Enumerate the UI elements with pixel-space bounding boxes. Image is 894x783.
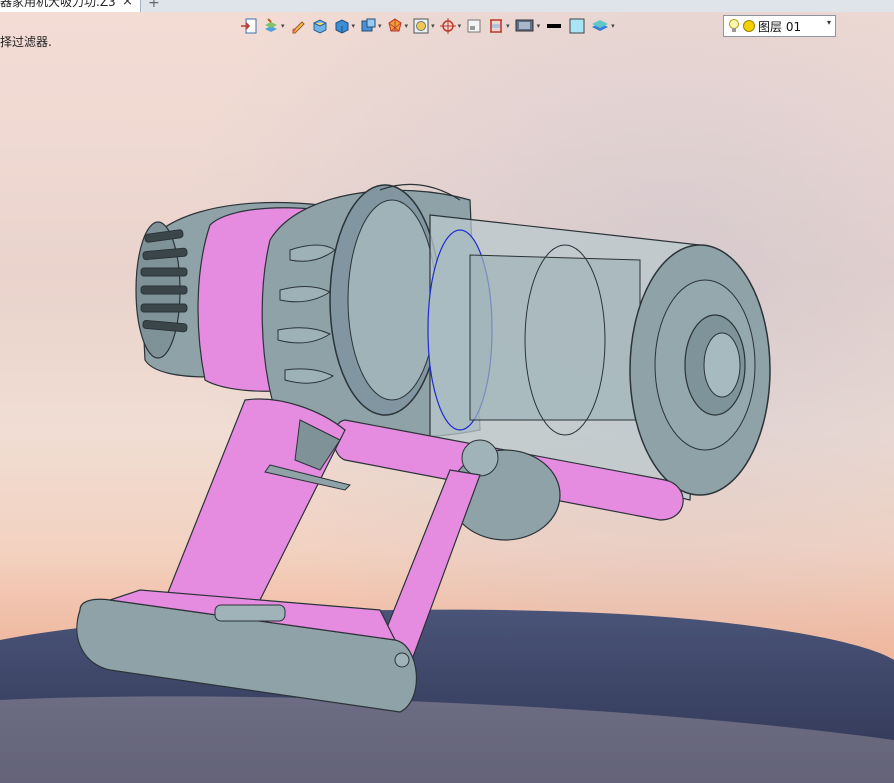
handle <box>164 398 351 611</box>
layer-dropdown[interactable]: 图层 01 ▾ <box>723 15 836 37</box>
3d-viewport[interactable] <box>0 0 894 783</box>
paint-layers-icon <box>265 18 277 32</box>
fit-view-icon <box>413 18 429 34</box>
layer-name: 图层 01 <box>758 19 802 34</box>
document-tab[interactable]: 器家用机大吸力功.Z3 × <box>0 0 141 12</box>
import-icon <box>241 18 257 34</box>
close-icon[interactable]: × <box>122 0 133 8</box>
bin-end-cap <box>629 244 771 496</box>
fit-view-button[interactable]: ▾ <box>412 15 435 37</box>
paint-layers-button[interactable]: ▾ <box>262 15 285 37</box>
cube-icon <box>335 19 349 34</box>
layer-stack-icon <box>592 20 609 31</box>
face-color-icon <box>569 18 585 34</box>
chevron-down-icon[interactable]: ▾ <box>827 18 831 27</box>
display-mode-icon <box>515 19 534 32</box>
target-button[interactable]: ▾ <box>439 15 461 37</box>
box-face-icon <box>313 19 327 34</box>
view-cube-icon <box>361 18 376 32</box>
section-icon <box>490 19 503 33</box>
pencil-icon <box>292 21 305 34</box>
document-tab-bar: 器家用机大吸力功.Z3 × + <box>0 0 894 12</box>
import-button[interactable] <box>240 15 258 37</box>
command-prompt: 择过滤器. <box>0 35 52 49</box>
layer-stack-button[interactable]: ▾ <box>590 15 615 37</box>
view-cube-button[interactable]: ▾ <box>359 15 382 37</box>
vacuum-cleaner-model[interactable] <box>0 0 894 783</box>
pencil-button[interactable] <box>289 15 307 37</box>
layer-visible-icon[interactable] <box>742 19 756 33</box>
page-button[interactable] <box>465 15 483 37</box>
battery-pack <box>76 589 418 713</box>
view-toolbar: ▾ ▾ ▾ ▾ ▾ ▾ ▾ ▾ ▾ <box>240 14 619 38</box>
document-tab-title: 器家用机大吸力功.Z3 <box>0 0 116 9</box>
face-color-button[interactable] <box>568 15 586 37</box>
target-icon <box>439 18 456 34</box>
lightbulb-icon[interactable] <box>728 18 740 34</box>
cube-button[interactable]: ▾ <box>333 15 355 37</box>
box-face-button[interactable] <box>311 15 329 37</box>
polyhedron-button[interactable]: ▾ <box>386 15 408 37</box>
line-color-button[interactable] <box>544 15 564 37</box>
add-tab-icon[interactable]: + <box>148 0 160 11</box>
display-mode-button[interactable]: ▾ <box>514 15 540 37</box>
page-icon <box>467 19 481 33</box>
line-color-icon <box>547 24 562 28</box>
polyhedron-icon <box>387 18 402 32</box>
section-button[interactable]: ▾ <box>487 15 510 37</box>
